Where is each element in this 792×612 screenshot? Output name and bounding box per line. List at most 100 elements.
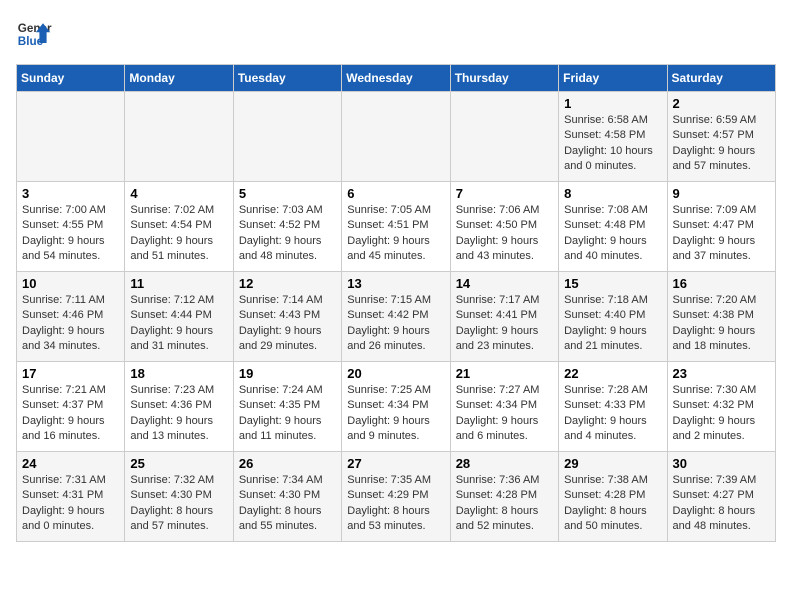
day-info: Sunrise: 7:18 AM Sunset: 4:40 PM Dayligh… xyxy=(564,293,661,355)
day-number: 23 xyxy=(673,366,770,381)
day-info: Sunrise: 7:25 AM Sunset: 4:34 PM Dayligh… xyxy=(347,383,444,445)
calendar-cell: 24 Sunrise: 7:31 AM Sunset: 4:31 PM Dayli… xyxy=(17,452,125,542)
calendar-cell: 30 Sunrise: 7:39 AM Sunset: 4:27 PM Dayli… xyxy=(667,452,775,542)
calendar-cell: 27 Sunrise: 7:35 AM Sunset: 4:29 PM Dayli… xyxy=(342,452,450,542)
day-info: Sunrise: 7:05 AM Sunset: 4:51 PM Dayligh… xyxy=(347,203,444,265)
calendar-week-row: 17 Sunrise: 7:21 AM Sunset: 4:37 PM Dayli… xyxy=(17,362,776,452)
calendar-cell: 6 Sunrise: 7:05 AM Sunset: 4:51 PM Daylig… xyxy=(342,182,450,272)
day-number: 25 xyxy=(130,456,227,471)
day-info: Sunrise: 7:34 AM Sunset: 4:30 PM Dayligh… xyxy=(239,473,336,535)
day-number: 13 xyxy=(347,276,444,291)
day-info: Sunrise: 7:23 AM Sunset: 4:36 PM Dayligh… xyxy=(130,383,227,445)
calendar-cell: 20 Sunrise: 7:25 AM Sunset: 4:34 PM Dayli… xyxy=(342,362,450,452)
calendar-header-row: SundayMondayTuesdayWednesdayThursdayFrid… xyxy=(17,65,776,92)
day-info: Sunrise: 7:06 AM Sunset: 4:50 PM Dayligh… xyxy=(456,203,553,265)
day-info: Sunrise: 7:27 AM Sunset: 4:34 PM Dayligh… xyxy=(456,383,553,445)
calendar-week-row: 3 Sunrise: 7:00 AM Sunset: 4:55 PM Daylig… xyxy=(17,182,776,272)
day-number: 8 xyxy=(564,186,661,201)
calendar-cell: 14 Sunrise: 7:17 AM Sunset: 4:41 PM Dayli… xyxy=(450,272,558,362)
calendar-cell xyxy=(450,92,558,182)
logo: General Blue xyxy=(16,16,52,52)
day-info: Sunrise: 7:17 AM Sunset: 4:41 PM Dayligh… xyxy=(456,293,553,355)
calendar-cell: 19 Sunrise: 7:24 AM Sunset: 4:35 PM Dayli… xyxy=(233,362,341,452)
day-number: 2 xyxy=(673,96,770,111)
calendar-cell: 8 Sunrise: 7:08 AM Sunset: 4:48 PM Daylig… xyxy=(559,182,667,272)
day-info: Sunrise: 7:20 AM Sunset: 4:38 PM Dayligh… xyxy=(673,293,770,355)
calendar-cell: 5 Sunrise: 7:03 AM Sunset: 4:52 PM Daylig… xyxy=(233,182,341,272)
day-info: Sunrise: 7:39 AM Sunset: 4:27 PM Dayligh… xyxy=(673,473,770,535)
calendar-cell: 7 Sunrise: 7:06 AM Sunset: 4:50 PM Daylig… xyxy=(450,182,558,272)
day-info: Sunrise: 7:00 AM Sunset: 4:55 PM Dayligh… xyxy=(22,203,119,265)
weekday-header-saturday: Saturday xyxy=(667,65,775,92)
day-info: Sunrise: 7:21 AM Sunset: 4:37 PM Dayligh… xyxy=(22,383,119,445)
day-info: Sunrise: 7:28 AM Sunset: 4:33 PM Dayligh… xyxy=(564,383,661,445)
calendar-cell: 1Sunrise: 6:58 AM Sunset: 4:58 PM Daylig… xyxy=(559,92,667,182)
day-number: 16 xyxy=(673,276,770,291)
weekday-header-monday: Monday xyxy=(125,65,233,92)
day-info: Sunrise: 7:12 AM Sunset: 4:44 PM Dayligh… xyxy=(130,293,227,355)
day-number: 11 xyxy=(130,276,227,291)
calendar-cell: 17 Sunrise: 7:21 AM Sunset: 4:37 PM Dayli… xyxy=(17,362,125,452)
calendar-cell: 29Sunrise: 7:38 AM Sunset: 4:28 PM Dayli… xyxy=(559,452,667,542)
day-info: Sunrise: 6:59 AM Sunset: 4:57 PM Dayligh… xyxy=(673,113,770,175)
logo-icon: General Blue xyxy=(16,16,52,52)
calendar-cell: 12 Sunrise: 7:14 AM Sunset: 4:43 PM Dayli… xyxy=(233,272,341,362)
weekday-header-wednesday: Wednesday xyxy=(342,65,450,92)
day-number: 26 xyxy=(239,456,336,471)
page-header: General Blue xyxy=(16,16,776,52)
day-info: Sunrise: 7:14 AM Sunset: 4:43 PM Dayligh… xyxy=(239,293,336,355)
calendar-cell: 22 Sunrise: 7:28 AM Sunset: 4:33 PM Dayli… xyxy=(559,362,667,452)
day-number: 27 xyxy=(347,456,444,471)
day-number: 14 xyxy=(456,276,553,291)
day-number: 6 xyxy=(347,186,444,201)
calendar-cell: 26 Sunrise: 7:34 AM Sunset: 4:30 PM Dayli… xyxy=(233,452,341,542)
day-info: Sunrise: 7:24 AM Sunset: 4:35 PM Dayligh… xyxy=(239,383,336,445)
day-number: 24 xyxy=(22,456,119,471)
day-number: 4 xyxy=(130,186,227,201)
day-number: 30 xyxy=(673,456,770,471)
day-info: Sunrise: 7:03 AM Sunset: 4:52 PM Dayligh… xyxy=(239,203,336,265)
day-info: Sunrise: 7:09 AM Sunset: 4:47 PM Dayligh… xyxy=(673,203,770,265)
day-number: 20 xyxy=(347,366,444,381)
calendar-week-row: 10Sunrise: 7:11 AM Sunset: 4:46 PM Dayli… xyxy=(17,272,776,362)
day-number: 15 xyxy=(564,276,661,291)
weekday-header-tuesday: Tuesday xyxy=(233,65,341,92)
calendar-cell: 16 Sunrise: 7:20 AM Sunset: 4:38 PM Dayli… xyxy=(667,272,775,362)
day-info: Sunrise: 7:08 AM Sunset: 4:48 PM Dayligh… xyxy=(564,203,661,265)
day-number: 5 xyxy=(239,186,336,201)
calendar-cell: 9 Sunrise: 7:09 AM Sunset: 4:47 PM Daylig… xyxy=(667,182,775,272)
calendar-week-row: 1Sunrise: 6:58 AM Sunset: 4:58 PM Daylig… xyxy=(17,92,776,182)
weekday-header-friday: Friday xyxy=(559,65,667,92)
day-info: Sunrise: 7:02 AM Sunset: 4:54 PM Dayligh… xyxy=(130,203,227,265)
day-number: 29 xyxy=(564,456,661,471)
day-info: Sunrise: 7:32 AM Sunset: 4:30 PM Dayligh… xyxy=(130,473,227,535)
calendar-cell: 15 Sunrise: 7:18 AM Sunset: 4:40 PM Dayli… xyxy=(559,272,667,362)
weekday-header-sunday: Sunday xyxy=(17,65,125,92)
calendar-cell: 10Sunrise: 7:11 AM Sunset: 4:46 PM Dayli… xyxy=(17,272,125,362)
calendar-cell: 3 Sunrise: 7:00 AM Sunset: 4:55 PM Daylig… xyxy=(17,182,125,272)
day-info: Sunrise: 7:36 AM Sunset: 4:28 PM Dayligh… xyxy=(456,473,553,535)
calendar-cell xyxy=(233,92,341,182)
day-number: 19 xyxy=(239,366,336,381)
day-number: 9 xyxy=(673,186,770,201)
calendar-cell: 21 Sunrise: 7:27 AM Sunset: 4:34 PM Dayli… xyxy=(450,362,558,452)
day-number: 18 xyxy=(130,366,227,381)
calendar-cell: 13 Sunrise: 7:15 AM Sunset: 4:42 PM Dayli… xyxy=(342,272,450,362)
day-info: Sunrise: 7:15 AM Sunset: 4:42 PM Dayligh… xyxy=(347,293,444,355)
calendar-table: SundayMondayTuesdayWednesdayThursdayFrid… xyxy=(16,64,776,542)
calendar-cell xyxy=(17,92,125,182)
day-info: Sunrise: 6:58 AM Sunset: 4:58 PM Dayligh… xyxy=(564,113,661,175)
calendar-cell: 25 Sunrise: 7:32 AM Sunset: 4:30 PM Dayli… xyxy=(125,452,233,542)
day-number: 21 xyxy=(456,366,553,381)
day-info: Sunrise: 7:31 AM Sunset: 4:31 PM Dayligh… xyxy=(22,473,119,535)
day-number: 7 xyxy=(456,186,553,201)
day-info: Sunrise: 7:35 AM Sunset: 4:29 PM Dayligh… xyxy=(347,473,444,535)
calendar-cell xyxy=(342,92,450,182)
day-number: 22 xyxy=(564,366,661,381)
day-number: 12 xyxy=(239,276,336,291)
day-number: 10 xyxy=(22,276,119,291)
calendar-cell: 2 Sunrise: 6:59 AM Sunset: 4:57 PM Daylig… xyxy=(667,92,775,182)
day-number: 17 xyxy=(22,366,119,381)
day-number: 3 xyxy=(22,186,119,201)
calendar-cell: 28Sunrise: 7:36 AM Sunset: 4:28 PM Dayli… xyxy=(450,452,558,542)
